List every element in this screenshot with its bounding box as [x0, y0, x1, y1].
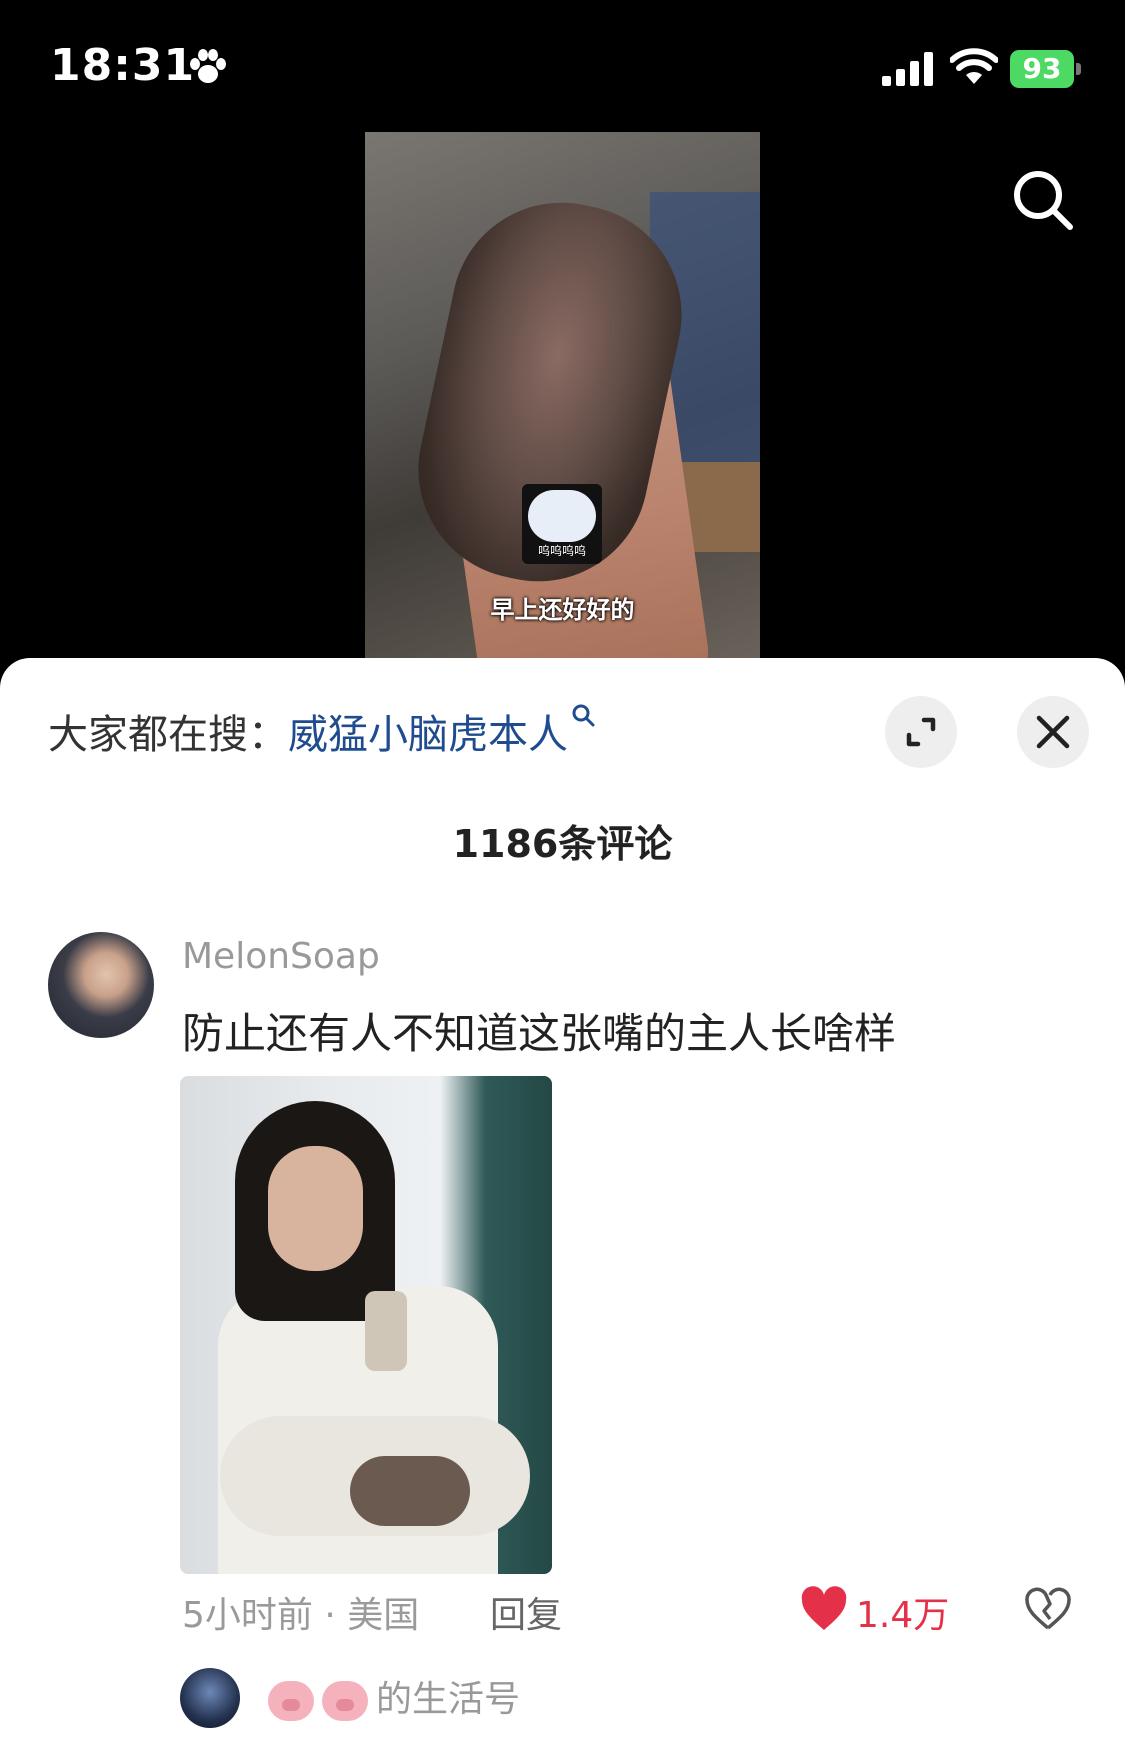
comment-count: 1186条评论	[452, 822, 673, 866]
status-time: 18:31	[50, 40, 196, 91]
sub-reply-avatar[interactable]	[180, 1668, 240, 1728]
pig-emoji-icon	[322, 1681, 368, 1721]
search-icon[interactable]	[1008, 165, 1078, 235]
broken-heart-icon[interactable]	[1024, 1586, 1072, 1632]
sub-reply-name[interactable]: 的生活号	[268, 1670, 520, 1722]
paw-icon	[190, 49, 226, 83]
like-count: 1.4万	[856, 1595, 950, 1636]
hot-search-banner[interactable]: 大家都在搜：威猛小脑虎本人	[48, 702, 596, 760]
close-icon	[1036, 715, 1070, 749]
expand-icon	[906, 717, 936, 747]
pig-emoji-icon	[268, 1681, 314, 1721]
comment-time-location: 5小时前 · 美国	[182, 1595, 420, 1636]
status-bar: 18:31 93	[0, 0, 1125, 130]
heart-icon[interactable]	[800, 1586, 848, 1632]
comment-text: 防止还有人不知道这张嘴的主人长啥样	[182, 1009, 897, 1058]
hot-search-prefix: 大家都在搜：	[48, 712, 288, 758]
hot-search-keyword[interactable]: 威猛小脑虎本人	[288, 712, 568, 758]
expand-button[interactable]	[885, 696, 957, 768]
video-player[interactable]: 呜呜呜呜 早上还好好的	[365, 132, 760, 659]
comment-photo[interactable]	[180, 1076, 552, 1574]
comment-sheet: 大家都在搜：威猛小脑虎本人 1186条评论 MelonSoap 防止还有人不知道…	[0, 658, 1125, 1739]
battery-indicator: 93	[1010, 50, 1081, 88]
video-caption: 早上还好好的	[490, 596, 635, 624]
reply-button[interactable]: 回复	[490, 1586, 562, 1638]
close-button[interactable]	[1017, 696, 1089, 768]
comment-username[interactable]: MelonSoap	[182, 936, 380, 977]
search-icon	[572, 704, 595, 727]
wifi-icon	[950, 48, 998, 84]
crying-sticker: 呜呜呜呜	[522, 484, 602, 564]
avatar[interactable]	[48, 932, 154, 1038]
battery-level: 93	[1010, 50, 1074, 88]
cellular-signal-icon	[882, 52, 933, 86]
